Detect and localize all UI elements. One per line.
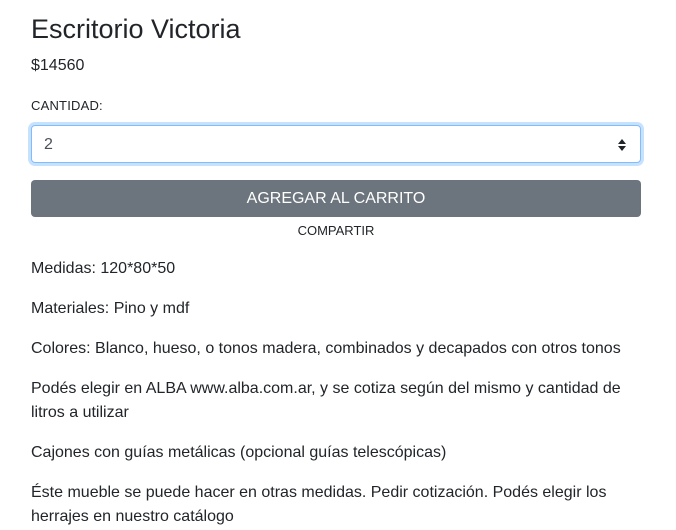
quantity-stepper[interactable]: 2 <box>31 125 641 163</box>
quantity-value[interactable]: 2 <box>44 135 53 155</box>
add-to-cart-button[interactable]: AGREGAR AL CARRITO <box>31 180 641 217</box>
product-price: $14560 <box>31 57 85 74</box>
share-link[interactable]: COMPARTIR <box>31 223 641 239</box>
quantity-label: CANTIDAD: <box>31 98 103 113</box>
description-materials: Materiales: Pino y mdf <box>31 300 190 317</box>
product-title: Escritorio Victoria <box>31 14 241 44</box>
description-dimensions: Medidas: 120*80*50 <box>31 260 176 277</box>
spinner-arrows-icon[interactable] <box>616 137 628 153</box>
description-colors: Colores: Blanco, hueso, o tonos madera, … <box>31 340 621 357</box>
description-custom: Éste mueble se puede hacer en otras medi… <box>31 484 607 525</box>
description-drawers: Cajones con guías metálicas (opcional gu… <box>31 444 447 461</box>
description-paint: Podés elegir en ALBA www.alba.com.ar, y … <box>31 380 621 421</box>
